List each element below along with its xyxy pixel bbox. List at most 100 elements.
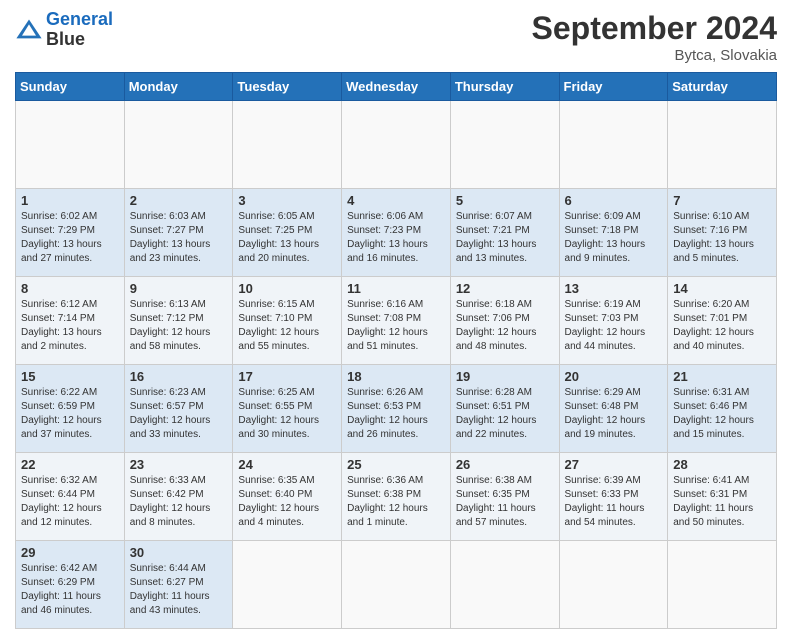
day-number: 28 [673,457,771,472]
day-info: Sunrise: 6:19 AM Sunset: 7:03 PM Dayligh… [565,298,663,354]
calendar-cell: 5 Sunrise: 6:07 AM Sunset: 7:21 PM Daylig… [450,189,559,277]
title-block: September 2024 Bytca, Slovakia [532,10,777,64]
day-info: Sunrise: 6:41 AM Sunset: 6:31 PM Dayligh… [673,474,771,530]
location: Bytca, Slovakia [532,47,777,64]
day-header-sunday: Sunday [16,73,125,101]
day-info: Sunrise: 6:02 AM Sunset: 7:29 PM Dayligh… [21,210,119,266]
day-number: 29 [21,545,119,560]
calendar-cell [450,541,559,629]
calendar-cell: 9Sunrise: 6:13 AM Sunset: 7:12 PM Daylig… [124,277,233,365]
day-info: Sunrise: 6:07 AM Sunset: 7:21 PM Dayligh… [456,210,554,266]
calendar-cell: 8 Sunrise: 6:12 AM Sunset: 7:14 PM Daylig… [16,277,125,365]
day-info: Sunrise: 6:33 AM Sunset: 6:42 PM Dayligh… [130,474,228,530]
day-number: 8 [21,281,119,296]
day-number: 25 [347,457,445,472]
page-header: General Blue September 2024 Bytca, Slova… [15,10,777,64]
day-info: Sunrise: 6:39 AM Sunset: 6:33 PM Dayligh… [565,474,663,530]
calendar-week-3: 15 Sunrise: 6:22 AM Sunset: 6:59 PM Dayli… [16,365,777,453]
calendar-cell [668,101,777,189]
calendar-cell: 16Sunrise: 6:23 AM Sunset: 6:57 PM Dayli… [124,365,233,453]
day-info: Sunrise: 6:23 AM Sunset: 6:57 PM Dayligh… [130,386,228,442]
calendar-week-0 [16,101,777,189]
calendar-cell [342,541,451,629]
calendar-cell [668,541,777,629]
day-info: Sunrise: 6:28 AM Sunset: 6:51 PM Dayligh… [456,386,554,442]
calendar-table: SundayMondayTuesdayWednesdayThursdayFrid… [15,72,777,629]
calendar-cell: 1Sunrise: 6:02 AM Sunset: 7:29 PM Daylig… [16,189,125,277]
page-container: General Blue September 2024 Bytca, Slova… [0,0,792,639]
calendar-cell: 12 Sunrise: 6:18 AM Sunset: 7:06 PM Dayli… [450,277,559,365]
calendar-cell: 19 Sunrise: 6:28 AM Sunset: 6:51 PM Dayli… [450,365,559,453]
day-number: 13 [565,281,663,296]
calendar-cell: 3Sunrise: 6:05 AM Sunset: 7:25 PM Daylig… [233,189,342,277]
calendar-cell [124,101,233,189]
day-info: Sunrise: 6:18 AM Sunset: 7:06 PM Dayligh… [456,298,554,354]
day-number: 20 [565,369,663,384]
day-info: Sunrise: 6:25 AM Sunset: 6:55 PM Dayligh… [238,386,336,442]
day-info: Sunrise: 6:38 AM Sunset: 6:35 PM Dayligh… [456,474,554,530]
day-number: 15 [21,369,119,384]
calendar-cell: 2Sunrise: 6:03 AM Sunset: 7:27 PM Daylig… [124,189,233,277]
day-info: Sunrise: 6:12 AM Sunset: 7:14 PM Dayligh… [21,298,119,354]
day-info: Sunrise: 6:16 AM Sunset: 7:08 PM Dayligh… [347,298,445,354]
calendar-cell: 22 Sunrise: 6:32 AM Sunset: 6:44 PM Dayli… [16,453,125,541]
day-info: Sunrise: 6:31 AM Sunset: 6:46 PM Dayligh… [673,386,771,442]
day-number: 24 [238,457,336,472]
day-info: Sunrise: 6:06 AM Sunset: 7:23 PM Dayligh… [347,210,445,266]
calendar-cell: 4Sunrise: 6:06 AM Sunset: 7:23 PM Daylig… [342,189,451,277]
day-info: Sunrise: 6:09 AM Sunset: 7:18 PM Dayligh… [565,210,663,266]
calendar-cell: 11Sunrise: 6:16 AM Sunset: 7:08 PM Dayli… [342,277,451,365]
calendar-cell [559,101,668,189]
calendar-week-4: 22 Sunrise: 6:32 AM Sunset: 6:44 PM Dayli… [16,453,777,541]
day-header-saturday: Saturday [668,73,777,101]
day-number: 18 [347,369,445,384]
day-number: 21 [673,369,771,384]
day-info: Sunrise: 6:15 AM Sunset: 7:10 PM Dayligh… [238,298,336,354]
day-number: 19 [456,369,554,384]
calendar-cell [450,101,559,189]
header-row: SundayMondayTuesdayWednesdayThursdayFrid… [16,73,777,101]
day-info: Sunrise: 6:35 AM Sunset: 6:40 PM Dayligh… [238,474,336,530]
calendar-cell: 10 Sunrise: 6:15 AM Sunset: 7:10 PM Dayli… [233,277,342,365]
calendar-cell: 21 Sunrise: 6:31 AM Sunset: 6:46 PM Dayli… [668,365,777,453]
day-info: Sunrise: 6:13 AM Sunset: 7:12 PM Dayligh… [130,298,228,354]
calendar-week-1: 1Sunrise: 6:02 AM Sunset: 7:29 PM Daylig… [16,189,777,277]
calendar-cell: 7Sunrise: 6:10 AM Sunset: 7:16 PM Daylig… [668,189,777,277]
logo-icon [15,16,43,44]
day-number: 6 [565,193,663,208]
day-info: Sunrise: 6:22 AM Sunset: 6:59 PM Dayligh… [21,386,119,442]
day-number: 30 [130,545,228,560]
day-header-monday: Monday [124,73,233,101]
logo-general: General [46,9,113,29]
day-info: Sunrise: 6:03 AM Sunset: 7:27 PM Dayligh… [130,210,228,266]
calendar-cell [233,101,342,189]
calendar-cell [16,101,125,189]
calendar-cell: 6 Sunrise: 6:09 AM Sunset: 7:18 PM Daylig… [559,189,668,277]
logo-blue: Blue [46,29,85,49]
day-header-tuesday: Tuesday [233,73,342,101]
day-info: Sunrise: 6:32 AM Sunset: 6:44 PM Dayligh… [21,474,119,530]
calendar-cell: 24 Sunrise: 6:35 AM Sunset: 6:40 PM Dayli… [233,453,342,541]
calendar-cell: 29 Sunrise: 6:42 AM Sunset: 6:29 PM Dayli… [16,541,125,629]
day-number: 22 [21,457,119,472]
day-info: Sunrise: 6:29 AM Sunset: 6:48 PM Dayligh… [565,386,663,442]
day-number: 23 [130,457,228,472]
calendar-cell: 27 Sunrise: 6:39 AM Sunset: 6:33 PM Dayli… [559,453,668,541]
day-number: 12 [456,281,554,296]
calendar-header: SundayMondayTuesdayWednesdayThursdayFrid… [16,73,777,101]
calendar-cell: 23 Sunrise: 6:33 AM Sunset: 6:42 PM Dayli… [124,453,233,541]
day-number: 10 [238,281,336,296]
calendar-week-5: 29 Sunrise: 6:42 AM Sunset: 6:29 PM Dayli… [16,541,777,629]
day-info: Sunrise: 6:20 AM Sunset: 7:01 PM Dayligh… [673,298,771,354]
calendar-cell: 28 Sunrise: 6:41 AM Sunset: 6:31 PM Dayli… [668,453,777,541]
day-info: Sunrise: 6:36 AM Sunset: 6:38 PM Dayligh… [347,474,445,530]
calendar-cell: 30 Sunrise: 6:44 AM Sunset: 6:27 PM Dayli… [124,541,233,629]
day-info: Sunrise: 6:05 AM Sunset: 7:25 PM Dayligh… [238,210,336,266]
calendar-cell: 15 Sunrise: 6:22 AM Sunset: 6:59 PM Dayli… [16,365,125,453]
day-info: Sunrise: 6:10 AM Sunset: 7:16 PM Dayligh… [673,210,771,266]
day-number: 27 [565,457,663,472]
day-info: Sunrise: 6:42 AM Sunset: 6:29 PM Dayligh… [21,562,119,618]
day-number: 26 [456,457,554,472]
day-number: 5 [456,193,554,208]
day-info: Sunrise: 6:44 AM Sunset: 6:27 PM Dayligh… [130,562,228,618]
